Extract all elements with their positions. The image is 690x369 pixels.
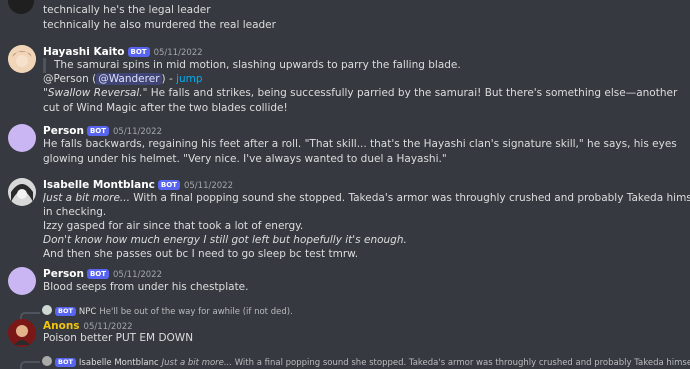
reply-avatar bbox=[42, 356, 52, 366]
timestamp[interactable]: 05/11/2022 bbox=[184, 181, 233, 191]
username[interactable]: Person bbox=[43, 268, 84, 280]
reply-avatar bbox=[42, 305, 52, 315]
bot-badge: BOT bbox=[157, 180, 180, 190]
reply-text: He'll be out of the way for awhile (if n… bbox=[99, 307, 293, 317]
message-text: He falls backwards, regaining his feet a… bbox=[43, 138, 677, 165]
user-avatar[interactable] bbox=[8, 45, 36, 73]
bot-badge: BOT bbox=[55, 307, 76, 316]
message-text: technically he also murdered the real le… bbox=[43, 19, 276, 31]
reply-text: With a final popping sound she stopped. … bbox=[234, 358, 690, 368]
user-avatar[interactable] bbox=[8, 267, 36, 295]
avatar-illustration bbox=[8, 45, 36, 73]
reply-username: NPC bbox=[78, 307, 97, 317]
quoted-text: The samurai spins in mid motion, slashin… bbox=[43, 58, 690, 73]
message-text: technically he's the legal leader bbox=[43, 4, 211, 16]
message-text: "Swallow Reversal." He falls and strikes… bbox=[43, 86, 682, 116]
bot-badge: BOT bbox=[86, 126, 109, 136]
bot-badge: BOT bbox=[55, 358, 76, 367]
username[interactable]: Isabelle Montblanc bbox=[43, 179, 155, 191]
message-text: in checking. bbox=[43, 206, 107, 218]
message-text: Don't know how much energy I still got l… bbox=[43, 233, 690, 248]
italic-text: Don't know how much energy I still got l… bbox=[43, 234, 407, 246]
timestamp[interactable]: 05/11/2022 bbox=[154, 48, 203, 58]
avatar-illustration bbox=[8, 319, 36, 347]
message-text: Just a bit more... With a final popping … bbox=[43, 191, 690, 206]
user-avatar[interactable] bbox=[8, 0, 34, 14]
message-text: @Person (@Wanderer) - jump bbox=[43, 72, 690, 87]
timestamp[interactable]: 05/11/2022 bbox=[113, 127, 162, 137]
user-avatar[interactable] bbox=[8, 124, 36, 152]
chat-message-list: technically he's the legal leader techni… bbox=[0, 0, 690, 369]
avatar-illustration bbox=[8, 178, 36, 206]
reply-italic-text: Just a bit more... bbox=[161, 358, 233, 368]
reply-username: Isabelle Montblanc bbox=[78, 358, 159, 368]
mention-prefix: @Person ( bbox=[43, 73, 97, 85]
bot-badge: BOT bbox=[86, 269, 109, 279]
mention-suffix: ) - bbox=[161, 73, 173, 85]
reply-preview[interactable]: BOT NPC He'll be out of the way for awhile… bbox=[42, 305, 690, 318]
message-text: And then she passes out bc I need to go … bbox=[43, 248, 359, 260]
message-text: Blood seeps from under his chestplate. bbox=[43, 281, 249, 293]
jump-link[interactable]: jump bbox=[176, 73, 202, 85]
reply-connector bbox=[20, 361, 40, 369]
reply-preview[interactable]: BOT Isabelle Montblanc Just a bit more... … bbox=[42, 356, 690, 369]
user-avatar[interactable] bbox=[8, 319, 36, 347]
user-mention[interactable]: @Wanderer bbox=[96, 73, 162, 85]
message-text: Poison better PUT EM DOWN bbox=[43, 332, 194, 344]
bot-badge: BOT bbox=[127, 47, 150, 57]
timestamp[interactable]: 05/11/2022 bbox=[113, 270, 162, 280]
user-avatar[interactable] bbox=[8, 178, 36, 206]
message-text: Izzy gasped for air since that took a lo… bbox=[43, 220, 304, 232]
username[interactable]: Person bbox=[43, 125, 84, 137]
username[interactable]: Hayashi Kaito bbox=[43, 46, 125, 58]
body-text: With a final popping sound she stopped. … bbox=[133, 192, 690, 204]
italic-text: "Swallow Reversal." bbox=[43, 87, 148, 99]
italic-text: Just a bit more... bbox=[43, 192, 130, 204]
